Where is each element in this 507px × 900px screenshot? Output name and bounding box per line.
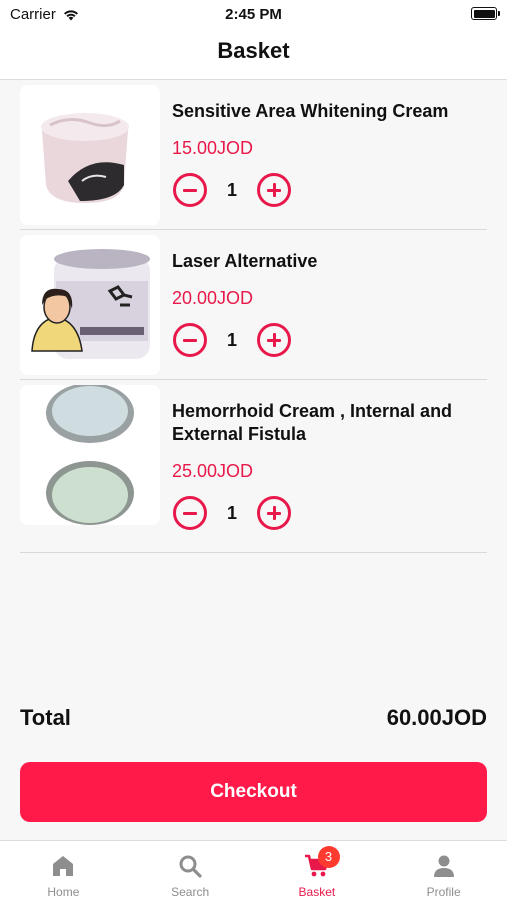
tab-label: Profile [426,885,461,899]
basket-item: Laser Alternative 20.00JOD 1 [20,230,487,380]
decrease-quantity-button[interactable] [173,323,207,357]
increase-quantity-button[interactable] [257,323,291,357]
basket-item: Sensitive Area Whitening Cream 15.00JOD … [20,80,487,230]
product-name[interactable]: Laser Alternative [172,250,477,273]
checkout-button[interactable]: Checkout [20,762,487,822]
battery-icon [471,7,500,20]
product-name[interactable]: Hemorrhoid Cream , Internal and External… [172,400,477,446]
increase-quantity-button[interactable] [257,496,291,530]
product-image[interactable] [20,385,160,525]
search-icon [179,855,202,878]
minus-icon [183,338,197,342]
total-row: Total 60.00JOD [20,705,487,735]
basket-list: Sensitive Area Whitening Cream 15.00JOD … [0,80,507,553]
tab-bar: Home Search 3 Basket Profile [0,840,507,900]
quantity-value: 1 [226,329,237,350]
status-bar: Carrier 2:45 PM [0,0,507,28]
increase-quantity-button[interactable] [257,173,291,207]
total-value: 60.00JOD [386,705,487,730]
tab-label: Home [47,885,80,899]
clock: 2:45 PM [225,6,282,23]
quantity-stepper: 1 [173,173,291,207]
product-name[interactable]: Sensitive Area Whitening Cream [172,100,477,123]
quantity-stepper: 1 [173,323,291,357]
quantity-stepper: 1 [173,496,291,530]
product-image[interactable] [20,85,160,225]
minus-icon [183,188,197,192]
quantity-value: 1 [226,179,237,200]
basket-item: Hemorrhoid Cream , Internal and External… [20,380,487,553]
tab-search[interactable]: Search [127,841,254,900]
product-price: 20.00JOD [172,288,254,308]
person-icon [433,855,454,877]
product-price: 25.00JOD [172,461,254,481]
tab-profile[interactable]: Profile [380,841,507,900]
page-title: Basket [217,38,290,63]
cart-count-badge: 3 [317,846,340,868]
tab-label: Basket [298,885,336,899]
decrease-quantity-button[interactable] [173,173,207,207]
tab-label: Search [171,885,210,899]
total-label: Total [20,705,71,730]
tab-basket[interactable]: 3 Basket [254,841,381,900]
minus-icon [183,511,197,515]
decrease-quantity-button[interactable] [173,496,207,530]
tab-home[interactable]: Home [0,841,127,900]
product-price: 15.00JOD [172,138,254,158]
home-icon [53,856,74,876]
nav-header: Basket [0,28,507,80]
quantity-value: 1 [226,502,237,523]
product-image[interactable] [20,235,160,375]
